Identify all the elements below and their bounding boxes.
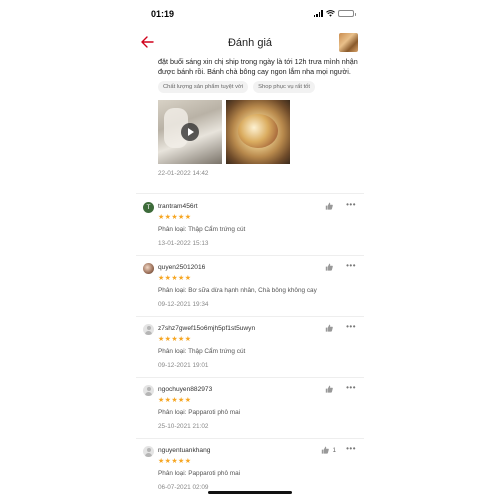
review-variant: Phân loại: Papparoti phô mai [158,409,241,416]
thumbs-up-icon [325,202,333,210]
thumbs-up-icon [325,324,333,332]
review-variant: Phân loại: Thập Cẩm trứng cút [158,226,246,233]
rating-stars: ★★★★★ [158,275,192,282]
more-dots-icon[interactable]: ••• [346,200,356,209]
rating-stars: ★★★★★ [158,458,192,465]
rating-stars: ★★★★★ [158,214,192,221]
avatar [143,446,154,457]
like-count: 1 [332,446,336,454]
more-dots-icon[interactable]: ••• [346,261,356,270]
like-button[interactable] [325,263,336,271]
review-tag: Chất lượng sản phẩm tuyệt vời [158,81,249,94]
review-username: z7shz7gwef15o6mjh5pf1st5uwyn [158,325,256,332]
avatar [143,263,154,274]
signal-icon [313,10,323,17]
thumbs-up-icon [325,385,333,393]
rating-stars: ★★★★★ [158,336,192,343]
review-item: z7shz7gwef15o6mjh5pf1st5uwyn ★★★★★ Phân … [136,317,364,377]
review-username: nguyentuankhang [158,447,211,454]
review-item: quyen25012016 ★★★★★ Phân loại: Bơ sữa dừ… [136,256,364,316]
product-thumbnail[interactable] [339,33,358,52]
review-item: nguyentuankhang ★★★★★ Phân loại: Papparo… [136,439,364,499]
review-username: quyen25012016 [158,264,206,271]
review-date: 09-12-2021 19:34 [158,301,209,308]
status-bar: 01:19 [136,0,364,28]
like-button[interactable] [325,324,336,332]
review-date: 09-12-2021 19:01 [158,362,209,369]
review-date: 13-01-2022 15:13 [158,240,209,247]
avatar [143,324,154,335]
home-indicator[interactable] [208,491,292,494]
review-tag: Shop phục vụ rất tốt [253,81,316,94]
header: Đánh giá [136,30,364,56]
review-text: đặt buổi sáng xin chị ship trong ngày là… [158,57,358,76]
review-item: ngochuyen882973 ★★★★★ Phân loại: Papparo… [136,378,364,438]
like-button[interactable] [325,202,336,210]
review-media [158,100,358,165]
divider [136,193,364,194]
review-username: trantram456rt [158,203,198,210]
review-username: ngochuyen882973 [158,386,213,393]
avatar [143,385,154,396]
play-icon[interactable] [181,123,199,142]
review-date: 06-07-2021 02:09 [158,484,209,491]
rating-stars: ★★★★★ [158,397,192,404]
battery-icon [338,10,356,17]
like-button[interactable] [325,385,336,393]
review-date: 25-10-2021 21:02 [158,423,209,430]
review-variant: Phân loại: Thập Cẩm trứng cút [158,348,246,355]
review-video[interactable] [158,100,222,165]
avatar: T [143,202,154,213]
review-tags: Chất lượng sản phẩm tuyệt vời Shop phục … [158,81,358,94]
more-dots-icon[interactable]: ••• [346,322,356,331]
review-date: 22-01-2022 14:42 [158,170,209,178]
wifi-icon [326,10,335,17]
review-item: T trantram456rt ★★★★★ Phân loại: Thập Cẩ… [136,195,364,255]
like-button[interactable]: 1 [321,446,336,454]
status-icons [313,10,356,17]
thumbs-up-icon [322,446,330,454]
review-photo[interactable] [226,100,290,165]
more-dots-icon[interactable]: ••• [346,444,356,453]
review-variant: Phân loại: Papparoti phô mai [158,470,241,477]
more-dots-icon[interactable]: ••• [346,383,356,392]
review-variant: Phân loại: Bơ sữa dừa hạnh nhân, Chà bôn… [158,287,317,294]
phone-screen: 01:19 Đánh giá đặt buổi sáng xin chị shi… [136,0,364,499]
page-title: Đánh giá [227,37,273,49]
review-first: đặt buổi sáng xin chị ship trong ngày là… [158,57,358,177]
thumbs-up-icon [325,263,333,271]
status-time: 01:19 [151,9,175,19]
